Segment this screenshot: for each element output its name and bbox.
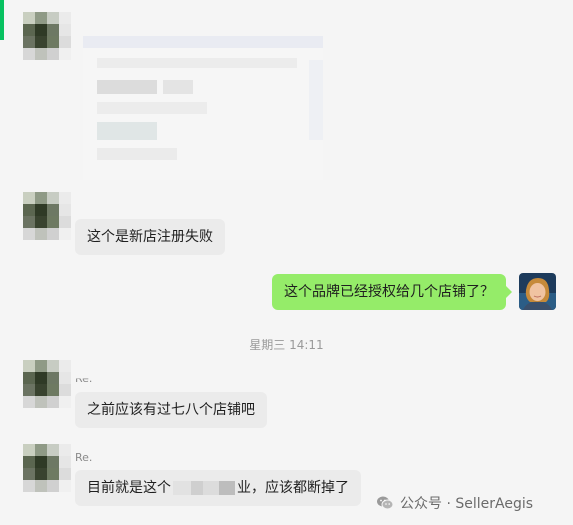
contact-avatar[interactable] xyxy=(23,12,71,60)
contact-avatar[interactable] xyxy=(23,192,71,240)
message-text-part: 业，应该都断掉了 xyxy=(237,480,349,496)
message-bubble[interactable]: 这个是新店注册失败 xyxy=(75,219,225,255)
avatar-photo xyxy=(519,273,556,310)
watermark-text: 公众号 · SellerAegis xyxy=(400,496,534,512)
message-bubble[interactable]: 之前应该有过七八个店铺吧 xyxy=(75,392,267,428)
active-chat-indicator xyxy=(0,0,4,40)
message-text: 之前应该有过七八个店铺吧 xyxy=(87,402,255,418)
message-text: 这个品牌已经授权给几个店铺了？ xyxy=(284,284,494,300)
self-avatar[interactable] xyxy=(519,273,556,310)
sender-name: Re. xyxy=(75,372,93,386)
wechat-icon xyxy=(377,496,394,510)
message-bubble[interactable]: 目前就是这个 业，应该都断掉了 xyxy=(75,470,361,506)
redacted-text xyxy=(173,481,235,495)
blurred-image-message[interactable] xyxy=(83,36,323,180)
message-bubble-self[interactable]: 这个品牌已经授权给几个店铺了？ xyxy=(272,274,512,310)
message-text-part: 目前就是这个 xyxy=(87,480,171,496)
timestamp: 星期三 14:11 xyxy=(249,338,324,352)
contact-avatar[interactable] xyxy=(23,360,71,408)
watermark: 公众号 · SellerAegis xyxy=(376,493,533,513)
sender-name: Re. xyxy=(75,451,93,464)
message-text: 这个是新店注册失败 xyxy=(87,229,213,245)
contact-avatar[interactable] xyxy=(23,444,71,492)
